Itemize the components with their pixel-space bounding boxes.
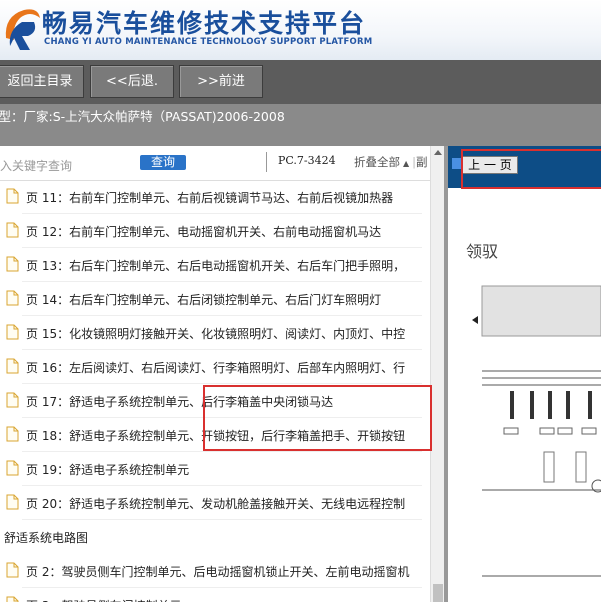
list-item-label: 页 20：舒适电子系统控制单元、发动机舱盖接触开关、无线电远程控制 <box>26 497 406 511</box>
list-item-label: 页 19：舒适电子系统控制单元 <box>26 463 190 477</box>
home-button[interactable]: 返回主目录 <box>0 65 84 98</box>
highlight-box <box>461 149 601 189</box>
list-item[interactable]: 页 15：化妆镜照明灯接触开关、化妆镜照明灯、阅读灯、内顶灯、中控 <box>0 316 430 350</box>
app-title-cn: 畅易汽车维修技术支持平台 <box>42 9 367 38</box>
document-icon <box>6 596 19 602</box>
collapse-all-link[interactable]: 折叠全部 ▲ |副 <box>354 154 428 170</box>
list-item[interactable]: 页 12：右前车门控制单元、电动摇窗机开关、右前电动摇窗机马达 <box>0 214 430 248</box>
document-icon <box>6 392 19 408</box>
search-row: 入关键字查询 查询 PC.7-3424 折叠全部 ▲ |副 <box>0 146 444 181</box>
list-item[interactable]: 页 2：驾驶员侧车门控制单元、后电动摇窗机锁止开关、左前电动摇窗机 <box>0 554 430 588</box>
document-icon <box>6 188 19 204</box>
document-icon <box>6 256 19 272</box>
list-item[interactable]: 页 3：驾驶员侧车门控制单元 <box>0 588 430 602</box>
circuit-list-panel: 入关键字查询 查询 PC.7-3424 折叠全部 ▲ |副 页 11：右前车门控制单… <box>0 146 444 602</box>
app-header: 畅易汽车维修技术支持平台 CHANG YI AUTO MAINTENANCE T… <box>0 0 601 60</box>
search-button[interactable]: 查询 <box>140 155 186 170</box>
collapse-caret-icon: ▲ <box>403 159 410 168</box>
wiring-diagram <box>472 285 601 577</box>
list-item[interactable]: 页 13：右后车门控制单元、右后电动摇窗机开关、右后车门把手照明， <box>0 248 430 282</box>
list-item-label: 页 16：左后阅读灯、右后阅读灯、行李箱照明灯、后部车内照明灯、行 <box>26 361 406 375</box>
document-icon <box>6 426 19 442</box>
scroll-up-icon[interactable] <box>434 150 442 155</box>
back-button[interactable]: <<后退. <box>90 65 174 98</box>
document-icon <box>6 358 19 374</box>
pc-code-label: PC.7-3424 <box>278 154 336 167</box>
document-icon <box>6 222 19 238</box>
model-bar: 车型：厂家:S-上汽大众帕萨特（PASSAT)2006-2008 <box>0 104 601 146</box>
document-icon <box>6 562 19 578</box>
next-fragment: 副 <box>416 155 428 169</box>
app-title-en: CHANG YI AUTO MAINTENANCE TECHNOLOGY SUP… <box>44 37 373 47</box>
highlight-box <box>203 385 432 451</box>
search-input[interactable]: 入关键字查询 <box>0 157 72 174</box>
list-item[interactable]: 页 11：右前车门控制单元、右前后视镜调节马达、右前后视镜加热器 <box>0 180 430 214</box>
list-item-label: 页 2：驾驶员侧车门控制单元、后电动摇窗机锁止开关、左前电动摇窗机 <box>26 565 410 579</box>
list-item-label: 页 14：右后车门控制单元、右后闭锁控制单元、右后门灯车照明灯 <box>26 293 382 307</box>
list-item-label: 页 13：右后车门控制单元、右后电动摇窗机开关、右后车门把手照明， <box>26 259 406 273</box>
document-icon <box>6 460 19 476</box>
list-item-label: 页 12：右前车门控制单元、电动摇窗机开关、右前电动摇窗机马达 <box>26 225 382 239</box>
diagram-viewer: 上 一 页 领驭 <box>448 146 601 602</box>
list-scrollbar[interactable] <box>430 146 444 602</box>
document-icon <box>6 290 19 306</box>
nav-toolbar: 返回主目录 <<后退. >>前进 <box>0 60 601 104</box>
document-icon <box>6 494 19 510</box>
toolbar-separator <box>266 152 267 172</box>
list-item-label: 页 3：驾驶员侧车门控制单元 <box>26 597 181 602</box>
prev-arrow-icon[interactable] <box>452 158 461 169</box>
scroll-thumb[interactable] <box>433 584 443 602</box>
vehicle-model-text: 车型：厂家:S-上汽大众帕萨特（PASSAT)2006-2008 <box>0 109 285 124</box>
section-heading[interactable]: 舒适系统电路图 <box>4 529 88 546</box>
list-item[interactable]: 页 16：左后阅读灯、右后阅读灯、行李箱照明灯、后部车内照明灯、行 <box>0 350 430 384</box>
list-item[interactable]: 页 20：舒适电子系统控制单元、发动机舱盖接触开关、无线电远程控制 <box>0 486 430 520</box>
diagram-title: 领驭 <box>466 242 499 261</box>
collapse-all-label: 折叠全部 <box>354 155 400 169</box>
list-item-label: 页 11：右前车门控制单元、右前后视镜调节马达、右前后视镜加热器 <box>26 191 394 205</box>
list-item-label: 页 15：化妆镜照明灯接触开关、化妆镜照明灯、阅读灯、内顶灯、中控 <box>26 327 406 341</box>
forward-button[interactable]: >>前进 <box>179 65 263 98</box>
document-icon <box>6 324 19 340</box>
list-item[interactable]: 页 14：右后车门控制单元、右后闭锁控制单元、右后门灯车照明灯 <box>0 282 430 316</box>
list-item[interactable]: 页 19：舒适电子系统控制单元 <box>0 452 430 486</box>
cy-logo-icon <box>5 9 40 50</box>
